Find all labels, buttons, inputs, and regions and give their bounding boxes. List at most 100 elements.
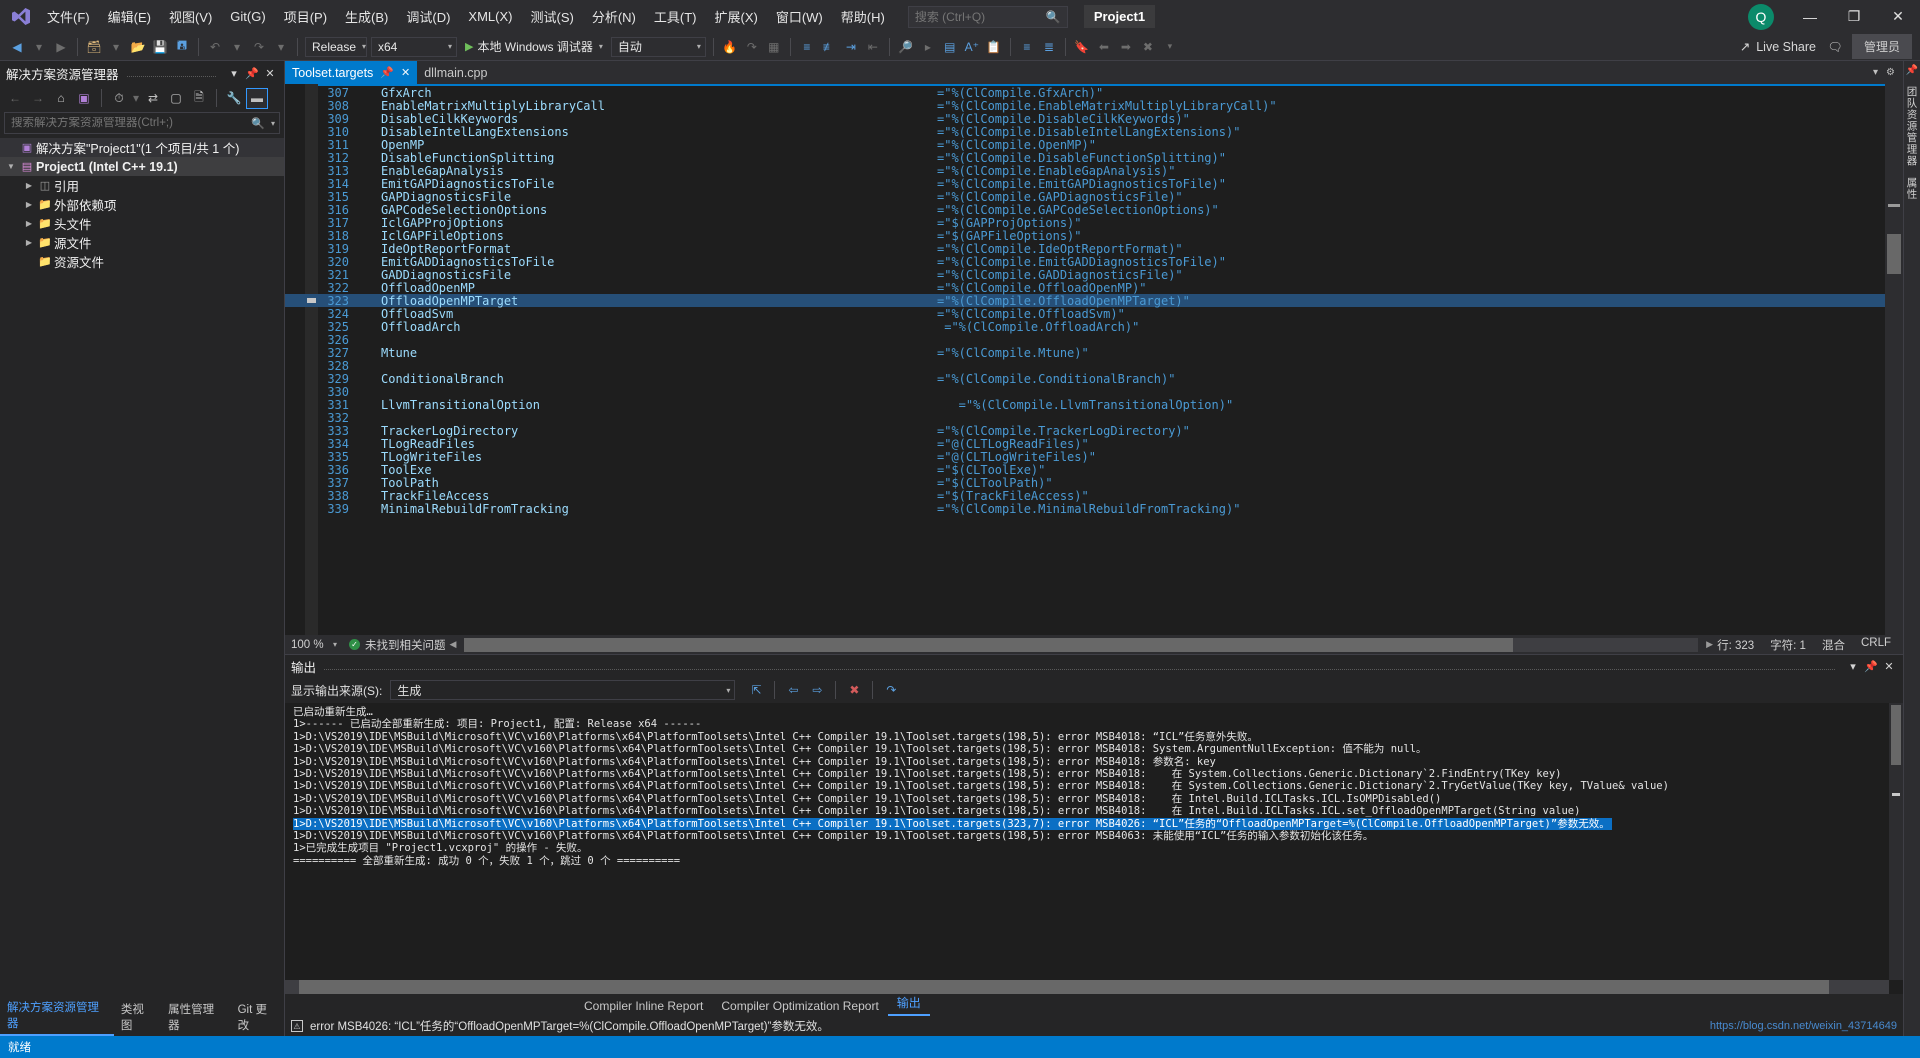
editor-issue-indicator[interactable]: ✓ 未找到相关问题 bbox=[341, 637, 446, 653]
code-line[interactable]: 339 MinimalRebuildFromTracking ="%(ClCompi… bbox=[285, 502, 1885, 516]
go-to-message-icon[interactable]: ⇱ bbox=[745, 680, 767, 701]
tab-toolset-targets[interactable]: Toolset.targets 📌 ✕ bbox=[285, 61, 418, 84]
output-log[interactable]: 已启动重新生成… 1>------ 已启动全部重新生成: 项目: Project1… bbox=[285, 703, 1903, 994]
go-to-definition-icon[interactable]: ▸ bbox=[917, 36, 939, 58]
feedback-icon[interactable]: 🗨 bbox=[1824, 36, 1846, 58]
tree-item-source-files[interactable]: ▶ 📁 源文件 bbox=[0, 233, 284, 252]
output-pin-icon[interactable]: 📌 bbox=[1863, 657, 1879, 675]
tree-item-resource-files[interactable]: 📁 资源文件 bbox=[0, 252, 284, 271]
output-source-combo[interactable]: 生成 ▾ bbox=[390, 680, 736, 700]
code-editor[interactable]: 307 GfxArch ="%(ClCompile.GfxArch)" 308 Enab… bbox=[285, 84, 1885, 635]
chevron-down-icon-panel[interactable]: ▾ bbox=[226, 64, 242, 82]
navigate-back-dropdown-icon[interactable]: ▾ bbox=[28, 36, 50, 58]
comment-lines-icon[interactable]: ≡ bbox=[796, 36, 818, 58]
hscroll-left-arrow-icon[interactable]: ◀ bbox=[446, 639, 461, 650]
pending-changes-icon[interactable]: ⏱ bbox=[108, 88, 130, 109]
code-line[interactable]: 308 EnableMatrixMultiplyLibraryCall ="%(Cl… bbox=[285, 99, 1885, 113]
output-line-selected[interactable]: 1>D:\VS2019\IDE\MSBuild\Microsoft\VC\v16… bbox=[293, 817, 1903, 830]
code-line[interactable]: 315 GAPDiagnosticsFile ="%(ClCompile.GAPDi… bbox=[285, 190, 1885, 204]
properties-icon[interactable]: 🔧 bbox=[223, 88, 245, 109]
menu-analyze[interactable]: 分析(N) bbox=[583, 3, 645, 30]
start-debug-button[interactable]: ▶ 本地 Windows 调试器 ▾ bbox=[459, 36, 609, 58]
show-all-files-icon[interactable]: 🗎 bbox=[188, 88, 210, 109]
close-button[interactable]: ✕ bbox=[1876, 2, 1920, 32]
quick-info-icon[interactable]: ≣ bbox=[1038, 36, 1060, 58]
rail-pin-icon[interactable]: 📌 bbox=[1906, 65, 1918, 76]
output-horizontal-scrollbar[interactable] bbox=[285, 980, 1889, 994]
code-line[interactable]: 313 EnableGapAnalysis ="%(ClCompile.Enable… bbox=[285, 164, 1885, 178]
code-line[interactable]: 323 OffloadOpenMPTarget ="%(ClCompile.Offl… bbox=[285, 294, 1885, 308]
output-line[interactable]: 1>------ 已启动全部重新生成: 项目: Project1, 配置: Re… bbox=[293, 718, 1903, 730]
menu-window[interactable]: 窗口(W) bbox=[767, 3, 832, 30]
undo-dropdown-icon[interactable]: ▾ bbox=[226, 36, 248, 58]
editor-hscroll-thumb[interactable] bbox=[464, 637, 1514, 652]
code-line[interactable]: 310 DisableIntelLangExtensions ="%(ClCompi… bbox=[285, 125, 1885, 139]
code-line[interactable]: 334 TLogReadFiles ="@(CLTLogReadFiles)" bbox=[285, 437, 1885, 451]
output-line[interactable]: 1>D:\VS2019\IDE\MSBuild\Microsoft\VC\v16… bbox=[293, 743, 1903, 755]
hot-reload-icon[interactable]: 🔥 bbox=[719, 36, 741, 58]
toggle-outline-icon[interactable]: ▤ bbox=[939, 36, 961, 58]
code-line[interactable]: 309 DisableCilkKeywords ="%(ClCompile.Disa… bbox=[285, 112, 1885, 126]
maximize-button[interactable]: ❐ bbox=[1832, 2, 1876, 32]
minimize-button[interactable]: — bbox=[1788, 2, 1832, 32]
toolbar-overflow-icon[interactable]: ▾ bbox=[1159, 36, 1181, 58]
bottom-tab-compiler-optimization-report[interactable]: Compiler Optimization Report bbox=[712, 996, 887, 1016]
code-line[interactable]: 324 OffloadSvm ="%(ClCompile.OffloadSvm)" bbox=[285, 307, 1885, 321]
undo-icon[interactable]: ↶ bbox=[204, 36, 226, 58]
home-icon[interactable]: ⌂ bbox=[50, 88, 72, 109]
references-expander-icon[interactable]: ▶ bbox=[22, 181, 36, 190]
previous-message-icon[interactable]: ⇦ bbox=[782, 680, 804, 701]
preview-selected-items-icon[interactable]: ▬ bbox=[246, 87, 268, 109]
code-line[interactable]: 318 IclGAPFileOptions ="$(GAPFileOptions)" bbox=[285, 229, 1885, 243]
pending-changes-dropdown-icon[interactable]: ▾ bbox=[131, 88, 141, 109]
redo-icon[interactable]: ↷ bbox=[248, 36, 270, 58]
footer-tab-property-manager[interactable]: 属性管理器 bbox=[161, 998, 230, 1036]
external-deps-expander-icon[interactable]: ▶ bbox=[22, 200, 36, 209]
output-line[interactable]: 1>D:\VS2019\IDE\MSBuild\Microsoft\VC\v16… bbox=[293, 756, 1903, 768]
step-icon[interactable]: ↷ bbox=[741, 36, 763, 58]
code-line[interactable]: 335 TLogWriteFiles ="@(CLTLogWriteFiles)" bbox=[285, 450, 1885, 464]
solution-search-box[interactable]: 🔍 ▾ bbox=[4, 112, 280, 134]
code-line[interactable]: 326 bbox=[285, 333, 1885, 347]
code-line[interactable]: 307 GfxArch ="%(ClCompile.GfxArch)" bbox=[285, 86, 1885, 100]
footer-tab-class-view[interactable]: 类视图 bbox=[114, 998, 161, 1036]
rail-properties-label[interactable]: 属性 bbox=[1905, 177, 1920, 200]
output-scroll-thumb[interactable] bbox=[1891, 705, 1901, 765]
tree-item-header-files[interactable]: ▶ 📁 头文件 bbox=[0, 214, 284, 233]
sync-icon[interactable]: ⇄ bbox=[142, 88, 164, 109]
code-line[interactable]: 328 bbox=[285, 359, 1885, 373]
bottom-tab-compiler-inline-report[interactable]: Compiler Inline Report bbox=[575, 996, 712, 1016]
menu-xml[interactable]: XML(X) bbox=[459, 5, 521, 28]
navigate-back-icon[interactable]: ◀ bbox=[6, 36, 28, 58]
menu-build[interactable]: 生成(B) bbox=[336, 3, 397, 30]
menu-view[interactable]: 视图(V) bbox=[160, 3, 221, 30]
hscroll-right-arrow-icon[interactable]: ▶ bbox=[1702, 639, 1717, 650]
output-vertical-scrollbar[interactable] bbox=[1889, 703, 1903, 980]
tab-strip-settings-icon[interactable]: ⚙ bbox=[1886, 67, 1895, 78]
clear-bookmarks-icon[interactable]: ✖ bbox=[1137, 36, 1159, 58]
editor-vertical-scrollbar[interactable] bbox=[1885, 84, 1903, 635]
tree-item-external-deps[interactable]: ▶ 📁 外部依赖项 bbox=[0, 195, 284, 214]
menu-file[interactable]: 文件(F) bbox=[38, 3, 99, 30]
menu-test[interactable]: 测试(S) bbox=[521, 3, 582, 30]
solution-platform-combo[interactable]: x64 ▾ bbox=[371, 36, 457, 57]
output-line[interactable]: 1>D:\VS2019\IDE\MSBuild\Microsoft\VC\v16… bbox=[293, 805, 1903, 817]
footer-tab-git-changes[interactable]: Git 更改 bbox=[231, 998, 284, 1036]
code-line[interactable]: 312 DisableFunctionSplitting ="%(ClCompile… bbox=[285, 151, 1885, 165]
collapse-all-icon[interactable]: ▢ bbox=[165, 88, 187, 109]
solution-configuration-combo[interactable]: Release ▾ bbox=[305, 36, 367, 57]
list-members-icon[interactable]: ≡ bbox=[1016, 36, 1038, 58]
toggle-bookmark-icon[interactable]: 🔖 bbox=[1071, 36, 1093, 58]
live-share-button[interactable]: ↗ Live Share bbox=[1732, 36, 1824, 57]
code-line[interactable]: 316 GAPCodeSelectionOptions ="%(ClCompile.… bbox=[285, 203, 1885, 217]
navigate-forward-icon[interactable]: ▶ bbox=[50, 36, 72, 58]
pin-icon[interactable]: 📌 bbox=[244, 64, 260, 82]
code-line[interactable]: 327 Mtune ="%(ClCompile.Mtune)" bbox=[285, 346, 1885, 360]
project-node[interactable]: ▼ ▤ Project1 (Intel C++ 19.1) bbox=[0, 157, 284, 176]
code-line[interactable]: 325 OffloadArch ="%(ClCompile.OffloadArch… bbox=[285, 320, 1885, 334]
layout-icon[interactable]: ▦ bbox=[763, 36, 785, 58]
editor-zoom-control[interactable]: 100 % ▾ bbox=[285, 636, 341, 653]
menu-debug[interactable]: 调试(D) bbox=[397, 3, 459, 30]
toggle-word-wrap-icon[interactable]: ↷ bbox=[880, 680, 902, 701]
editor-horizontal-scrollbar[interactable] bbox=[464, 637, 1699, 652]
